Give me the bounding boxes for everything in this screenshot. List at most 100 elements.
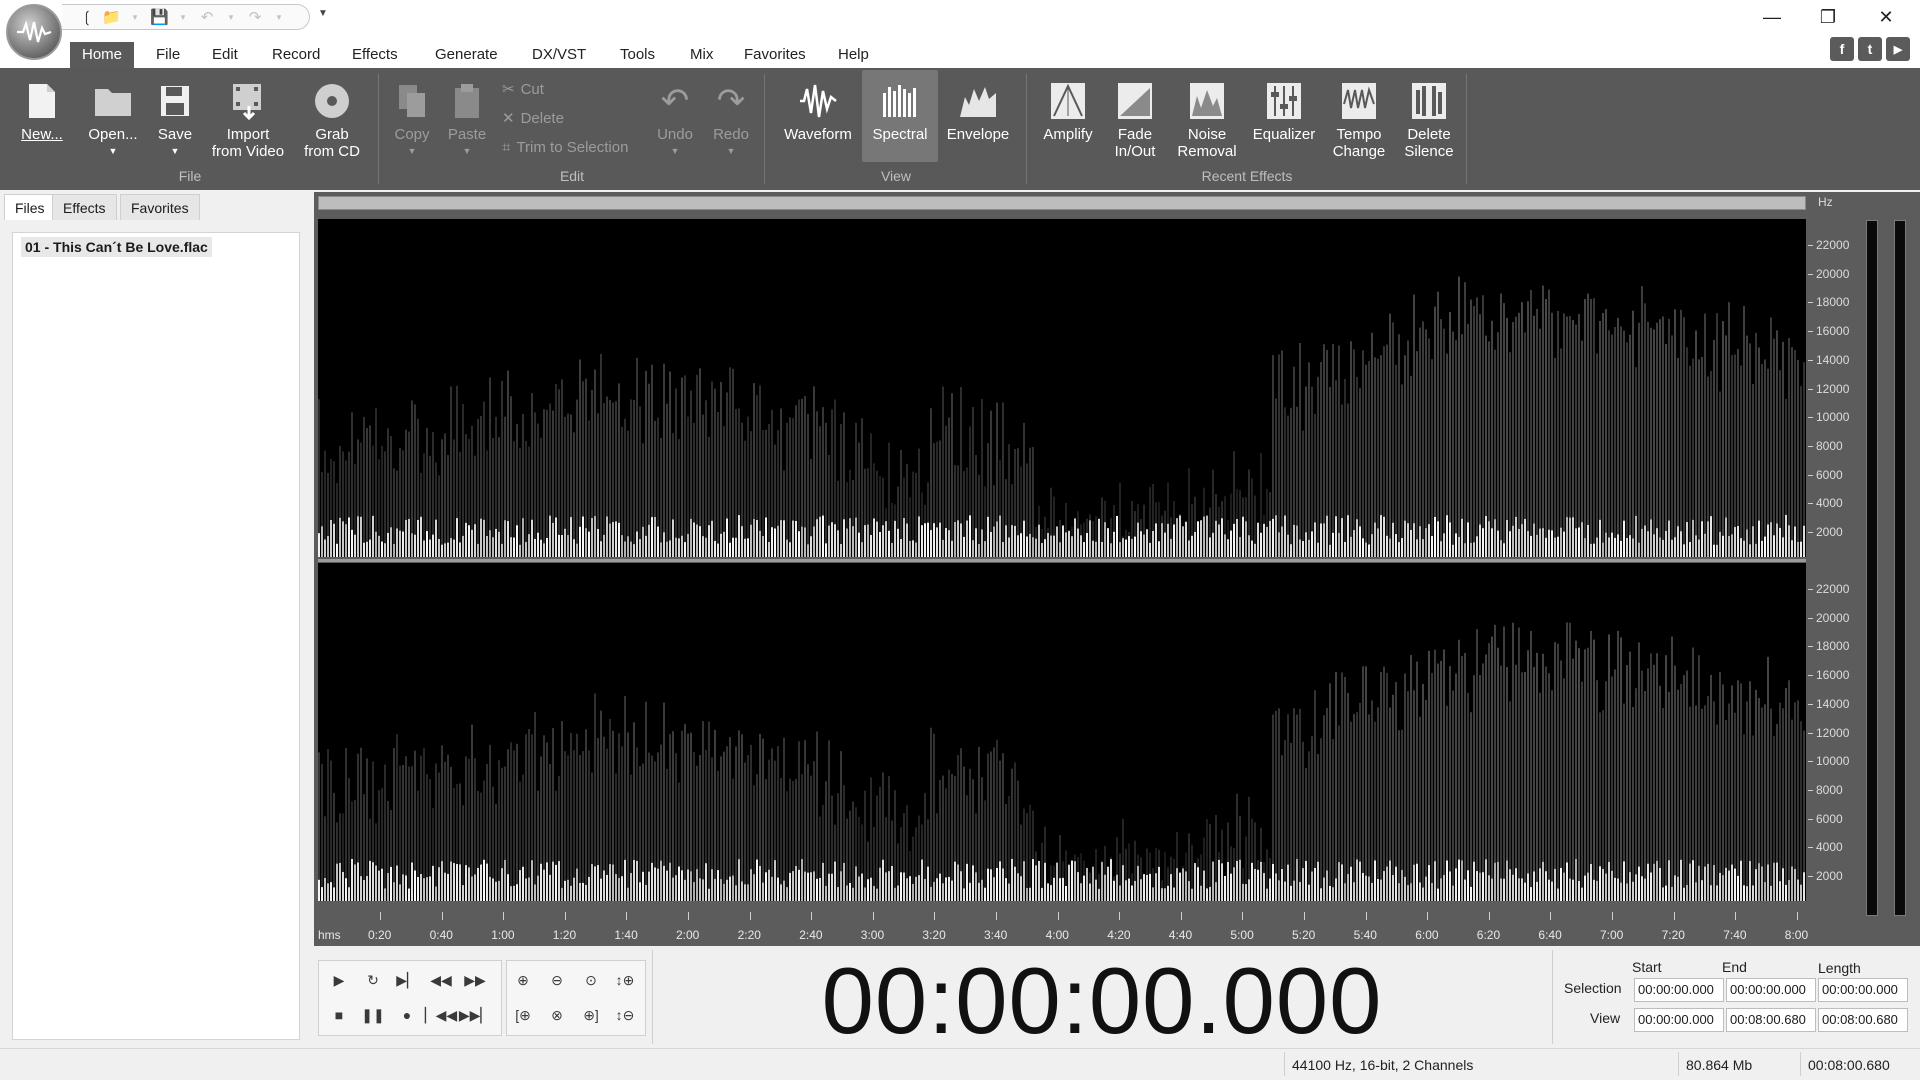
save-icon (156, 80, 194, 122)
timeline-tick (1735, 912, 1737, 920)
tab-favorites-panel[interactable]: Favorites (120, 194, 200, 220)
app-logo-icon[interactable] (6, 4, 62, 60)
zoom-full-icon[interactable]: ⊗ (542, 1000, 572, 1030)
tab-edit[interactable]: Edit (200, 42, 250, 68)
go-to-start-icon[interactable]: ▏◀◀ (425, 1000, 457, 1030)
noise-removal-icon (1188, 80, 1226, 122)
noise-removal-button[interactable]: Noise Removal (1170, 70, 1244, 166)
view-start-field[interactable]: 00:00:00.000 (1634, 1008, 1724, 1032)
timeline-tick-label: 7:20 (1661, 928, 1685, 942)
timeline-ruler[interactable]: hms 0:20 0:40 1:00 1:20 1:40 2:00 2:20 2:40 3:00… (318, 912, 1808, 946)
chevron-down-icon: ▼ (407, 146, 417, 156)
stop-icon[interactable]: ■ (324, 1000, 354, 1030)
delete-button[interactable]: ✕ Delete (502, 109, 564, 128)
play-to-end-icon[interactable]: ▶▏ (392, 965, 422, 995)
waveform-view-button[interactable]: Waveform (776, 70, 860, 166)
close-button[interactable]: ✕ (1858, 0, 1914, 34)
tab-favorites[interactable]: Favorites (732, 42, 818, 68)
timeline-tick-label: 1:00 (491, 928, 515, 942)
fast-forward-icon[interactable]: ▶▶ (460, 965, 490, 995)
zoom-100-icon[interactable]: ⊙ (576, 965, 606, 995)
tab-dxvst[interactable]: DX/VST (520, 42, 598, 68)
spectral-view-button[interactable]: Spectral (862, 70, 938, 162)
tab-help[interactable]: Help (826, 42, 881, 68)
paste-button[interactable]: Paste ▼ (442, 70, 492, 166)
undo-icon[interactable]: ↶ (198, 8, 216, 26)
selection-length-field[interactable]: 00:00:00.000 (1818, 978, 1908, 1002)
tab-effects[interactable]: Effects (340, 42, 410, 68)
zoom-vertical-in-icon[interactable]: ↕⊕ (610, 965, 640, 995)
minimize-button[interactable]: — (1744, 0, 1800, 34)
open-folder-icon[interactable]: 📁 (102, 8, 121, 26)
redo-icon[interactable]: ↷ (246, 8, 264, 26)
tempo-change-button[interactable]: Tempo Change (1326, 70, 1392, 166)
save-button[interactable]: Save ▼ (150, 70, 200, 166)
twitter-icon[interactable]: t (1858, 37, 1882, 61)
facebook-icon[interactable]: f (1830, 37, 1854, 61)
timeline-tick (1057, 912, 1059, 920)
amplify-button[interactable]: Amplify (1036, 70, 1100, 166)
freq-tick-label: 22000 (1816, 238, 1850, 252)
tab-mix[interactable]: Mix (678, 42, 725, 68)
record-icon[interactable]: ● (392, 1000, 422, 1030)
list-item[interactable]: 01 - This Can´t Be Love.flac (21, 237, 212, 257)
crop-icon: ⌗ (502, 139, 511, 156)
copy-button[interactable]: Copy ▼ (388, 70, 436, 166)
tab-tools[interactable]: Tools (608, 42, 667, 68)
group-label-view: View (880, 168, 912, 184)
cursor-icon[interactable]: ❲ (78, 8, 96, 26)
view-length-field[interactable]: 00:08:00.680 (1818, 1008, 1908, 1032)
waveform-icon (799, 80, 837, 122)
timeline-tick-label: 7:00 (1600, 928, 1624, 942)
freq-tick-label: 10000 (1816, 754, 1850, 769)
timeline-tick (503, 912, 505, 920)
tab-home[interactable]: Home (70, 42, 135, 68)
customize-qat-icon[interactable]: ▼ (318, 8, 328, 19)
spectrogram-channel-left[interactable] (318, 219, 1806, 557)
fade-in-out-button[interactable]: Fade In/Out (1104, 70, 1166, 166)
zoom-vertical-out-icon[interactable]: ↕⊖ (610, 1000, 640, 1030)
open-button[interactable]: Open... ▼ (80, 70, 146, 166)
envelope-view-button[interactable]: Envelope (940, 70, 1016, 166)
go-to-end-icon[interactable]: ▶▶▏ (459, 1000, 491, 1030)
dropdown-icon[interactable]: ▾ (270, 12, 288, 23)
delete-silence-button[interactable]: Delete Silence (1396, 70, 1462, 166)
ribbon-separator (1026, 74, 1027, 184)
tab-file[interactable]: File (144, 42, 192, 68)
selection-end-field[interactable]: 00:00:00.000 (1726, 978, 1816, 1002)
rewind-icon[interactable]: ◀◀ (426, 965, 456, 995)
selection-start-field[interactable]: 00:00:00.000 (1634, 978, 1724, 1002)
dropdown-icon[interactable]: ▾ (222, 12, 240, 23)
timeline-tick-label: 0:20 (368, 928, 392, 942)
view-end-field[interactable]: 00:08:00.680 (1726, 1008, 1816, 1032)
loop-icon[interactable]: ↻ (358, 965, 388, 995)
tab-record[interactable]: Record (260, 42, 332, 68)
new-button[interactable]: New... (12, 70, 72, 166)
equalizer-button[interactable]: Equalizer (1246, 70, 1322, 166)
freq-tick-label: 2000 (1816, 525, 1843, 539)
grab-from-cd-button[interactable]: Grab from CD (296, 70, 368, 166)
trim-to-selection-button[interactable]: ⌗ Trim to Selection (502, 139, 628, 156)
redo-button[interactable]: ↷ Redo ▼ (704, 70, 758, 166)
import-from-video-button[interactable]: Import from Video (206, 70, 290, 166)
zoom-fit-icon[interactable]: ⊕] (576, 1000, 606, 1030)
zoom-in-icon[interactable]: ⊕ (508, 965, 538, 995)
spectrogram-channel-right[interactable] (318, 563, 1806, 901)
dropdown-icon[interactable]: ▾ (174, 12, 192, 23)
dropdown-icon[interactable]: ▾ (126, 12, 144, 23)
cut-button[interactable]: ✂ Cut (502, 80, 544, 99)
zoom-out-icon[interactable]: ⊖ (542, 965, 572, 995)
tab-effects-panel[interactable]: Effects (52, 194, 117, 220)
zoom-selection-icon[interactable]: [⊕ (508, 1000, 538, 1030)
undo-button[interactable]: ↶ Undo ▼ (648, 70, 702, 166)
play-icon[interactable]: ▶ (324, 965, 354, 995)
tab-generate[interactable]: Generate (423, 42, 510, 68)
restore-button[interactable]: ❐ (1800, 0, 1856, 34)
tab-files[interactable]: Files (4, 194, 56, 220)
freq-tick (1808, 273, 1813, 275)
open-folder-icon (94, 80, 132, 122)
pause-icon[interactable]: ❚❚ (358, 1000, 388, 1030)
overview-scrollbar[interactable] (318, 196, 1806, 210)
youtube-icon[interactable]: ▶ (1886, 37, 1910, 61)
save-icon[interactable]: 💾 (150, 8, 169, 26)
